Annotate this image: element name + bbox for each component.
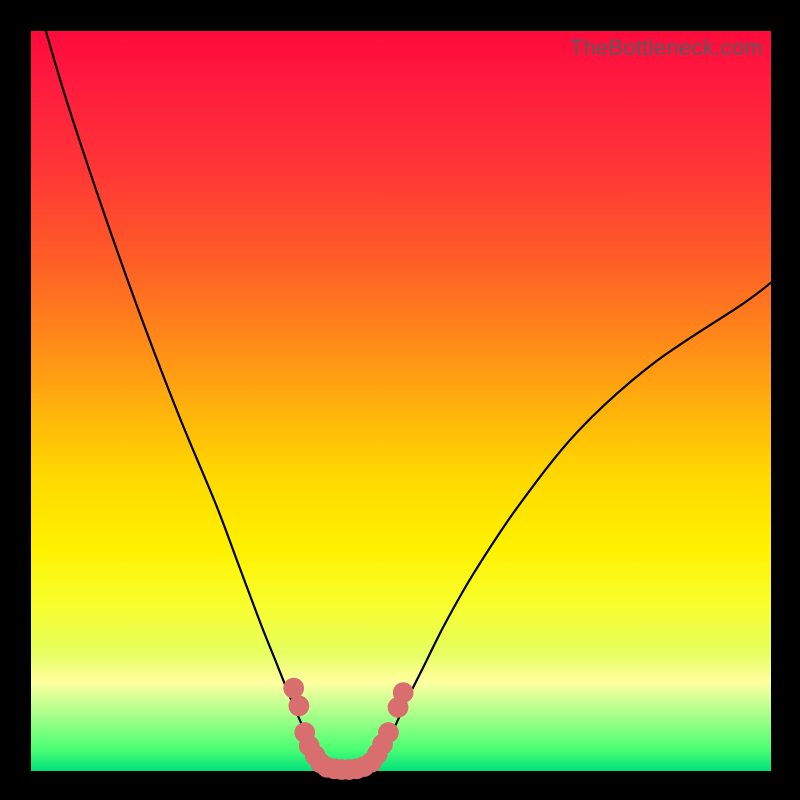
curve-group: [46, 31, 771, 768]
curve-overlay: [31, 31, 771, 771]
marker-group: [283, 678, 413, 780]
marker-dot: [283, 678, 304, 699]
marker-dot: [378, 722, 399, 743]
marker-dot: [289, 696, 310, 717]
series-left-curve: [46, 31, 326, 768]
series-right-curve: [373, 283, 771, 768]
chart-frame: TheBottleneck.com: [0, 0, 800, 800]
plot-area: TheBottleneck.com: [31, 31, 771, 771]
marker-dot: [393, 682, 414, 703]
